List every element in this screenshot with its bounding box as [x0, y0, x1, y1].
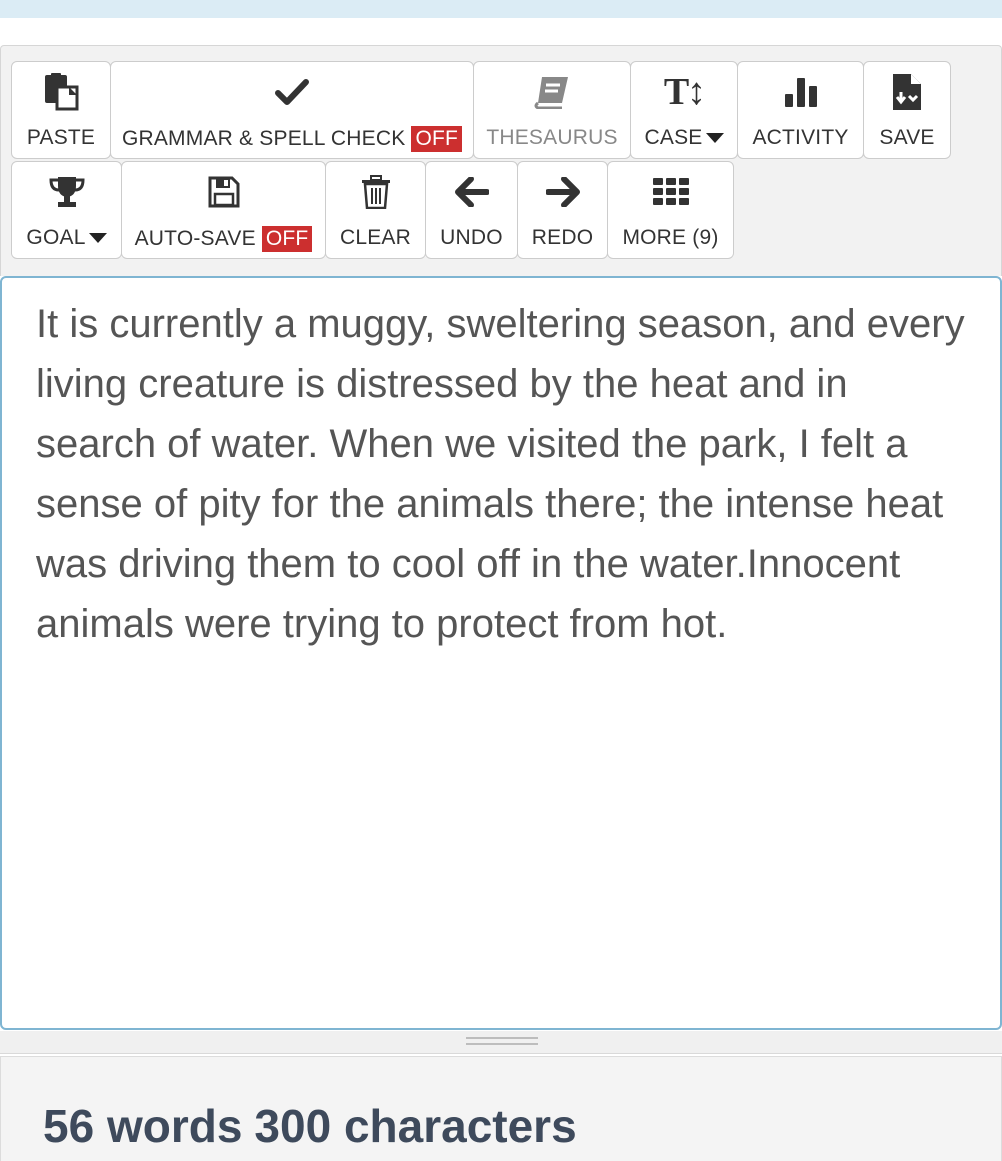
goal-label-row: GOAL: [26, 226, 107, 250]
clear-label: CLEAR: [339, 226, 412, 249]
stats-panel: 56 words 300 characters: [0, 1056, 1002, 1161]
editor-toolbar: PASTE GRAMMAR & SPELL CHECK OFF THESAURU…: [0, 45, 1002, 276]
save-file-icon: [893, 72, 921, 112]
top-bar: [0, 0, 1002, 18]
case-label-row: CASE: [645, 126, 724, 150]
grip-icon: [466, 1037, 538, 1045]
trash-icon: [361, 172, 391, 212]
text-editor[interactable]: It is currently a muggy, sweltering seas…: [0, 276, 1002, 1030]
goal-button[interactable]: GOAL: [11, 161, 122, 259]
word-count: 56 words: [43, 1100, 243, 1152]
bar-chart-icon: [784, 72, 818, 112]
book-icon: [534, 72, 570, 112]
editor-content[interactable]: It is currently a muggy, sweltering seas…: [36, 294, 968, 654]
auto-save-off-badge: OFF: [261, 226, 313, 252]
activity-label: ACTIVITY: [752, 126, 849, 149]
paste-icon: [43, 72, 79, 112]
goal-label: GOAL: [26, 226, 86, 249]
activity-button[interactable]: ACTIVITY: [737, 61, 864, 159]
redo-button[interactable]: REDO: [517, 161, 608, 259]
trophy-icon: [48, 172, 85, 212]
clear-button[interactable]: CLEAR: [325, 161, 426, 259]
resize-handle[interactable]: [0, 1031, 1002, 1054]
auto-save-label-row: AUTO-SAVE OFF: [135, 226, 313, 252]
case-label: CASE: [644, 126, 703, 149]
grammar-off-badge: OFF: [411, 126, 463, 152]
auto-save-button[interactable]: AUTO-SAVE OFF: [121, 161, 326, 259]
save-label: SAVE: [879, 126, 935, 149]
paste-button[interactable]: PASTE: [11, 61, 111, 159]
paste-label: PASTE: [26, 126, 96, 149]
grammar-label-row: GRAMMAR & SPELL CHECK OFF: [121, 126, 463, 152]
undo-button[interactable]: UNDO: [425, 161, 518, 259]
grid-icon: [652, 172, 690, 212]
caret-down-icon: [705, 133, 724, 143]
more-label: MORE (9): [622, 226, 719, 249]
undo-label: UNDO: [440, 226, 503, 249]
arrow-left-icon: [454, 172, 489, 212]
grammar-spell-check-button[interactable]: GRAMMAR & SPELL CHECK OFF: [110, 61, 474, 159]
grammar-label: GRAMMAR & SPELL CHECK: [121, 127, 406, 150]
save-button[interactable]: SAVE: [863, 61, 951, 159]
auto-save-label: AUTO-SAVE: [134, 227, 256, 250]
word-character-count: 56 words 300 characters: [43, 1099, 589, 1153]
redo-label: REDO: [531, 226, 594, 249]
caret-down-icon: [88, 233, 107, 243]
thesaurus-label: THESAURUS: [486, 126, 618, 149]
checkmark-icon: [275, 72, 309, 112]
arrow-right-icon: [545, 172, 580, 212]
case-button[interactable]: T↕ CASE: [630, 61, 738, 159]
text-case-icon: T↕: [663, 71, 706, 113]
character-count: 300 characters: [254, 1100, 577, 1152]
thesaurus-button[interactable]: THESAURUS: [473, 61, 631, 159]
more-button[interactable]: MORE (9): [607, 161, 734, 259]
floppy-disk-icon: [208, 172, 240, 212]
